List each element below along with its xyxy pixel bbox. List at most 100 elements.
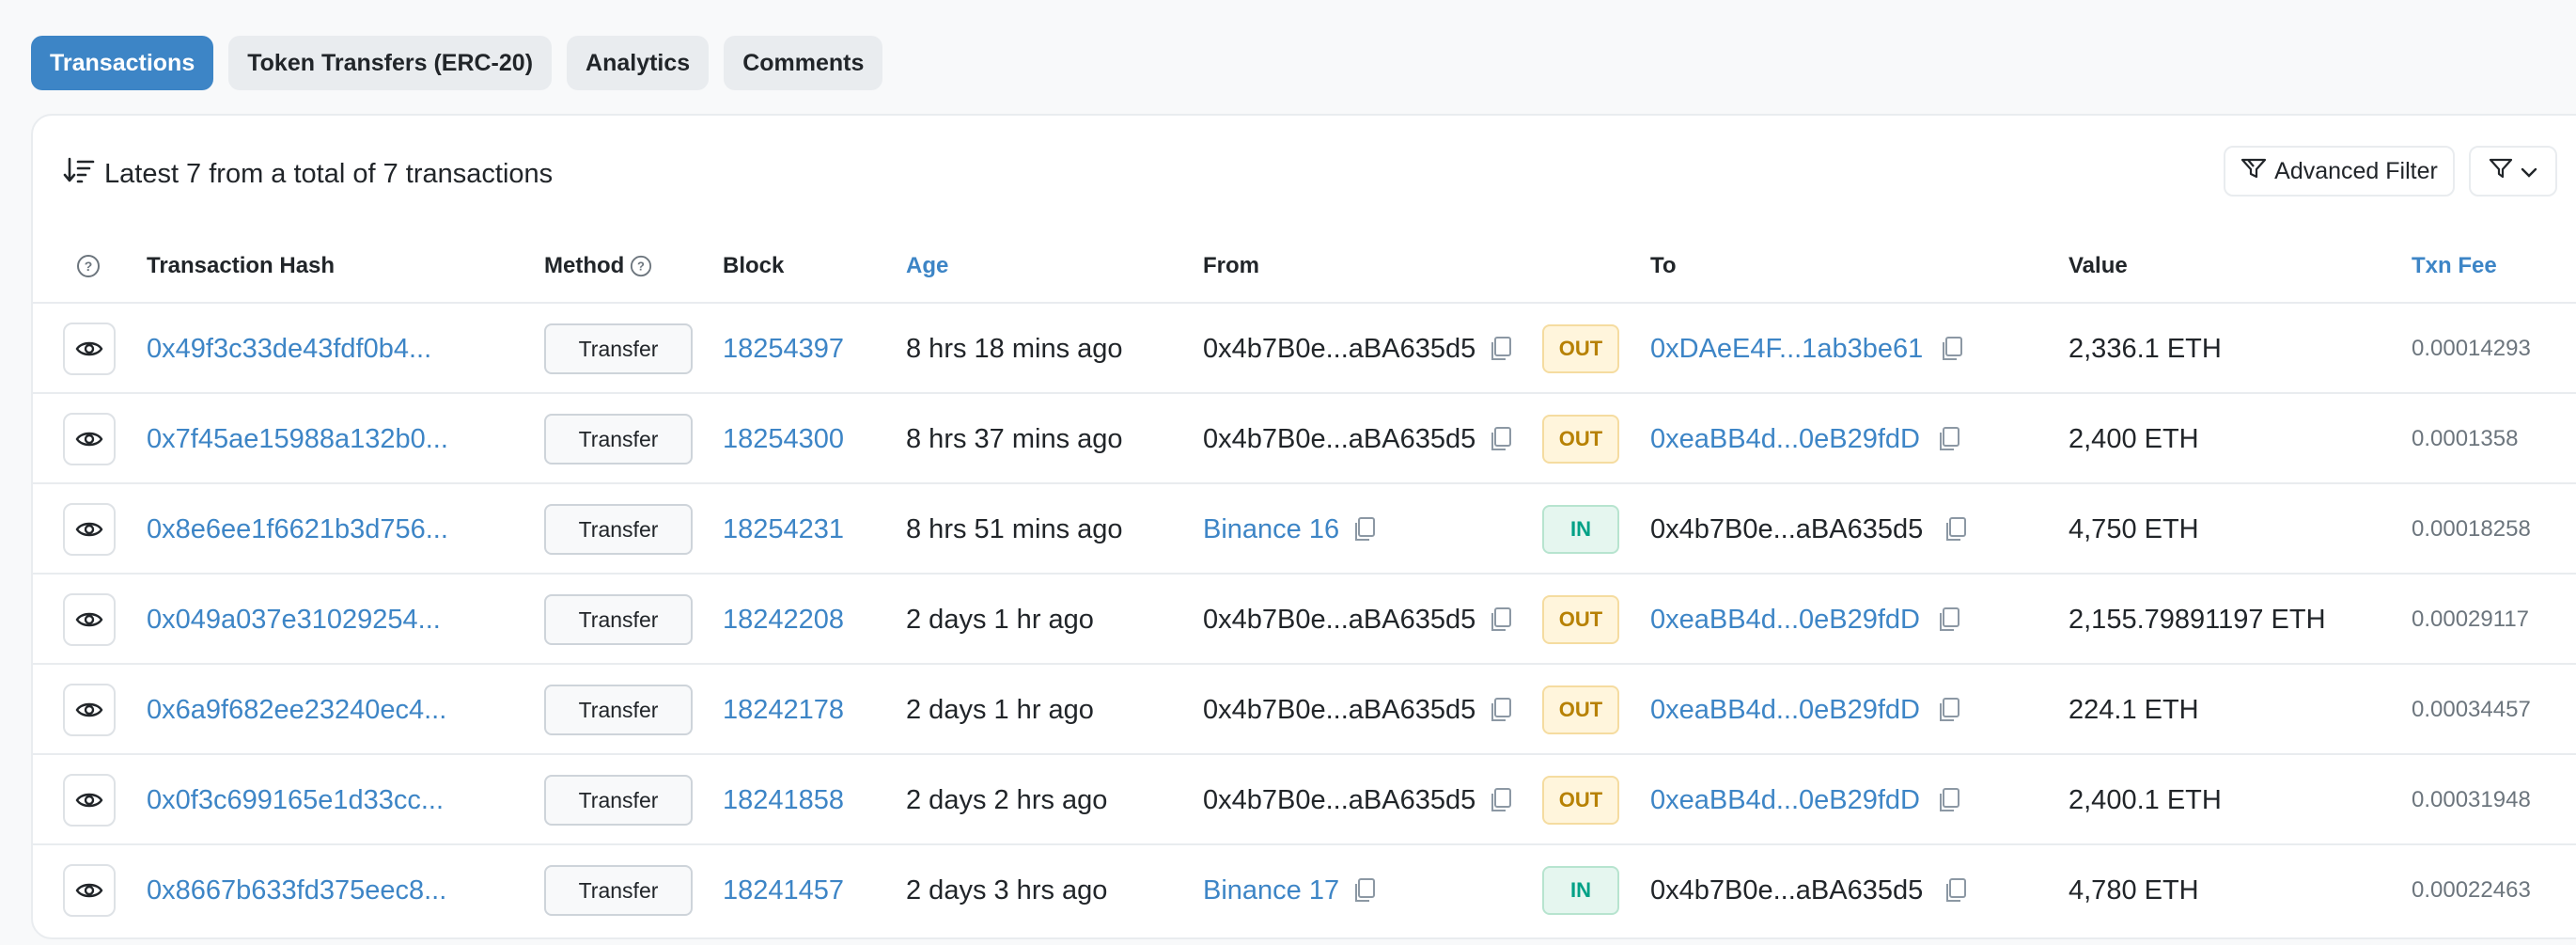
txn-hash-link[interactable]: 0x8667b633fd375eec8... [147, 845, 446, 936]
filter-icon [2240, 157, 2267, 186]
tab-transactions[interactable]: Transactions [31, 36, 214, 90]
age-text: 8 hrs 18 mins ago [906, 333, 1123, 364]
question-icon[interactable]: ? [76, 230, 101, 302]
txn-hash-link[interactable]: 0x7f45ae15988a132b0... [147, 394, 448, 484]
to-address-text[interactable]: 0xeaBB4d...0eB29fdD [1650, 605, 1920, 636]
copy-icon[interactable] [1937, 426, 1961, 452]
to-address: 0x4b7B0e...aBA635d5 [1650, 484, 1968, 575]
txn-hash-link[interactable]: 0x49f3c33de43fdf0b4... [147, 304, 431, 394]
from-address: 0x4b7B0e...aBA635d5 [1203, 665, 1513, 755]
copy-icon[interactable] [1352, 516, 1377, 543]
txn-hash-link[interactable]: 0x6a9f682ee23240ec4... [147, 665, 446, 755]
txn-fee-text: 0.00029117 [2412, 606, 2530, 632]
table-row: 0x0f3c699165e1d33cc... Transfer 18241858 2 … [33, 755, 2576, 845]
to-address: 0xeaBB4d...0eB29fdD [1650, 394, 1961, 484]
eye-icon[interactable] [63, 774, 116, 827]
direction-badge: IN [1542, 505, 1619, 554]
advanced-filter-button[interactable]: Advanced Filter [2224, 146, 2455, 197]
filter-dropdown-button[interactable] [2469, 146, 2557, 197]
eye-icon[interactable] [63, 323, 116, 375]
summary-text: Latest 7 from a total of 7 transactions [104, 158, 554, 189]
table-row: 0x8e6ee1f6621b3d756... Transfer 18254231 8 … [33, 484, 2576, 575]
eye-icon[interactable] [63, 593, 116, 646]
method-badge: Transfer [544, 685, 693, 735]
from-address-text: 0x4b7B0e...aBA635d5 [1203, 784, 1476, 815]
direction-badge: IN [1542, 866, 1619, 915]
copy-icon[interactable] [1352, 877, 1377, 904]
copy-icon[interactable] [1937, 606, 1961, 633]
eye-icon[interactable] [63, 684, 116, 736]
tab-comments[interactable]: Comments [724, 36, 883, 90]
direction-badge: OUT [1542, 415, 1619, 464]
to-address-text[interactable]: 0xeaBB4d...0eB29fdD [1650, 424, 1920, 455]
sort-icon [63, 156, 104, 192]
age-text: 2 days 1 hr ago [906, 604, 1094, 635]
tab-token-transfers[interactable]: Token Transfers (ERC-20) [228, 36, 553, 90]
from-address-text[interactable]: Binance 16 [1203, 514, 1339, 545]
method-badge: Transfer [544, 775, 693, 826]
advanced-filter-label: Advanced Filter [2274, 157, 2438, 184]
from-address-text: 0x4b7B0e...aBA635d5 [1203, 333, 1476, 364]
to-address-text[interactable]: 0xDAeE4F...1ab3be61 [1650, 334, 1923, 365]
from-address: Binance 16 [1203, 484, 1377, 575]
table-row: 0x49f3c33de43fdf0b4... Transfer 18254397 8 … [33, 304, 2576, 394]
txn-hash-link[interactable]: 0x8e6ee1f6621b3d756... [147, 484, 448, 575]
copy-icon[interactable] [1489, 787, 1513, 813]
block-link[interactable]: 18254231 [723, 484, 844, 575]
to-address-text[interactable]: 0xeaBB4d...0eB29fdD [1650, 785, 1920, 816]
method-badge: Transfer [544, 594, 693, 645]
column-txn-fee[interactable]: Txn Fee [2412, 230, 2497, 302]
copy-icon[interactable] [1489, 697, 1513, 723]
tab-analytics[interactable]: Analytics [567, 36, 710, 90]
txn-fee-text: 0.00022463 [2412, 877, 2531, 903]
table-row: 0x7f45ae15988a132b0... Transfer 18254300 8 … [33, 394, 2576, 484]
eye-icon[interactable] [63, 503, 116, 556]
column-age[interactable]: Age [906, 230, 948, 302]
question-icon[interactable]: ? [630, 255, 652, 277]
value-text: 2,400.1 ETH [2069, 784, 2222, 815]
eye-icon[interactable] [63, 413, 116, 465]
block-link[interactable]: 18241457 [723, 845, 844, 936]
txn-hash-link[interactable]: 0x049a037e31029254... [147, 575, 441, 665]
copy-icon[interactable] [1489, 426, 1513, 452]
copy-icon[interactable] [1944, 516, 1968, 543]
copy-icon[interactable] [1489, 606, 1513, 633]
table-row: 0x049a037e31029254... Transfer 18242208 2 d… [33, 575, 2576, 665]
copy-icon[interactable] [1937, 697, 1961, 723]
copy-icon[interactable] [1940, 336, 1964, 362]
block-link[interactable]: 18242208 [723, 575, 844, 665]
from-address: 0x4b7B0e...aBA635d5 [1203, 755, 1513, 845]
table-row: 0x6a9f682ee23240ec4... Transfer 18242178 2 … [33, 665, 2576, 755]
method-badge: Transfer [544, 323, 693, 374]
block-link[interactable]: 18254300 [723, 394, 844, 484]
from-address-text[interactable]: Binance 17 [1203, 875, 1339, 906]
block-link[interactable]: 18254397 [723, 304, 844, 394]
filter-icon [2489, 157, 2513, 186]
to-address: 0xeaBB4d...0eB29fdD [1650, 755, 1961, 845]
copy-icon[interactable] [1944, 877, 1968, 904]
chevron-down-icon [2521, 158, 2537, 185]
value-text: 2,336.1 ETH [2069, 333, 2222, 364]
age-text: 2 days 1 hr ago [906, 694, 1094, 725]
column-from: From [1203, 253, 1259, 278]
direction-badge: OUT [1542, 595, 1619, 644]
block-link[interactable]: 18242178 [723, 665, 844, 755]
to-address: 0xeaBB4d...0eB29fdD [1650, 575, 1961, 665]
to-address: 0x4b7B0e...aBA635d5 [1650, 845, 1968, 936]
from-address-text: 0x4b7B0e...aBA635d5 [1203, 423, 1476, 454]
from-address-text: 0x4b7B0e...aBA635d5 [1203, 694, 1476, 725]
column-block: Block [723, 253, 785, 278]
column-method: Method ? [544, 230, 652, 302]
column-transaction-hash: Transaction Hash [147, 253, 336, 278]
from-address-text: 0x4b7B0e...aBA635d5 [1203, 604, 1476, 635]
to-address: 0xDAeE4F...1ab3be61 [1650, 304, 1964, 394]
txn-hash-link[interactable]: 0x0f3c699165e1d33cc... [147, 755, 444, 845]
to-address-text: 0x4b7B0e...aBA635d5 [1650, 513, 1924, 544]
block-link[interactable]: 18241858 [723, 755, 844, 845]
to-address-text[interactable]: 0xeaBB4d...0eB29fdD [1650, 695, 1920, 726]
copy-icon[interactable] [1937, 787, 1961, 813]
copy-icon[interactable] [1489, 336, 1513, 362]
txn-fee-text: 0.00018258 [2412, 516, 2531, 542]
method-badge: Transfer [544, 414, 693, 465]
eye-icon[interactable] [63, 864, 116, 917]
